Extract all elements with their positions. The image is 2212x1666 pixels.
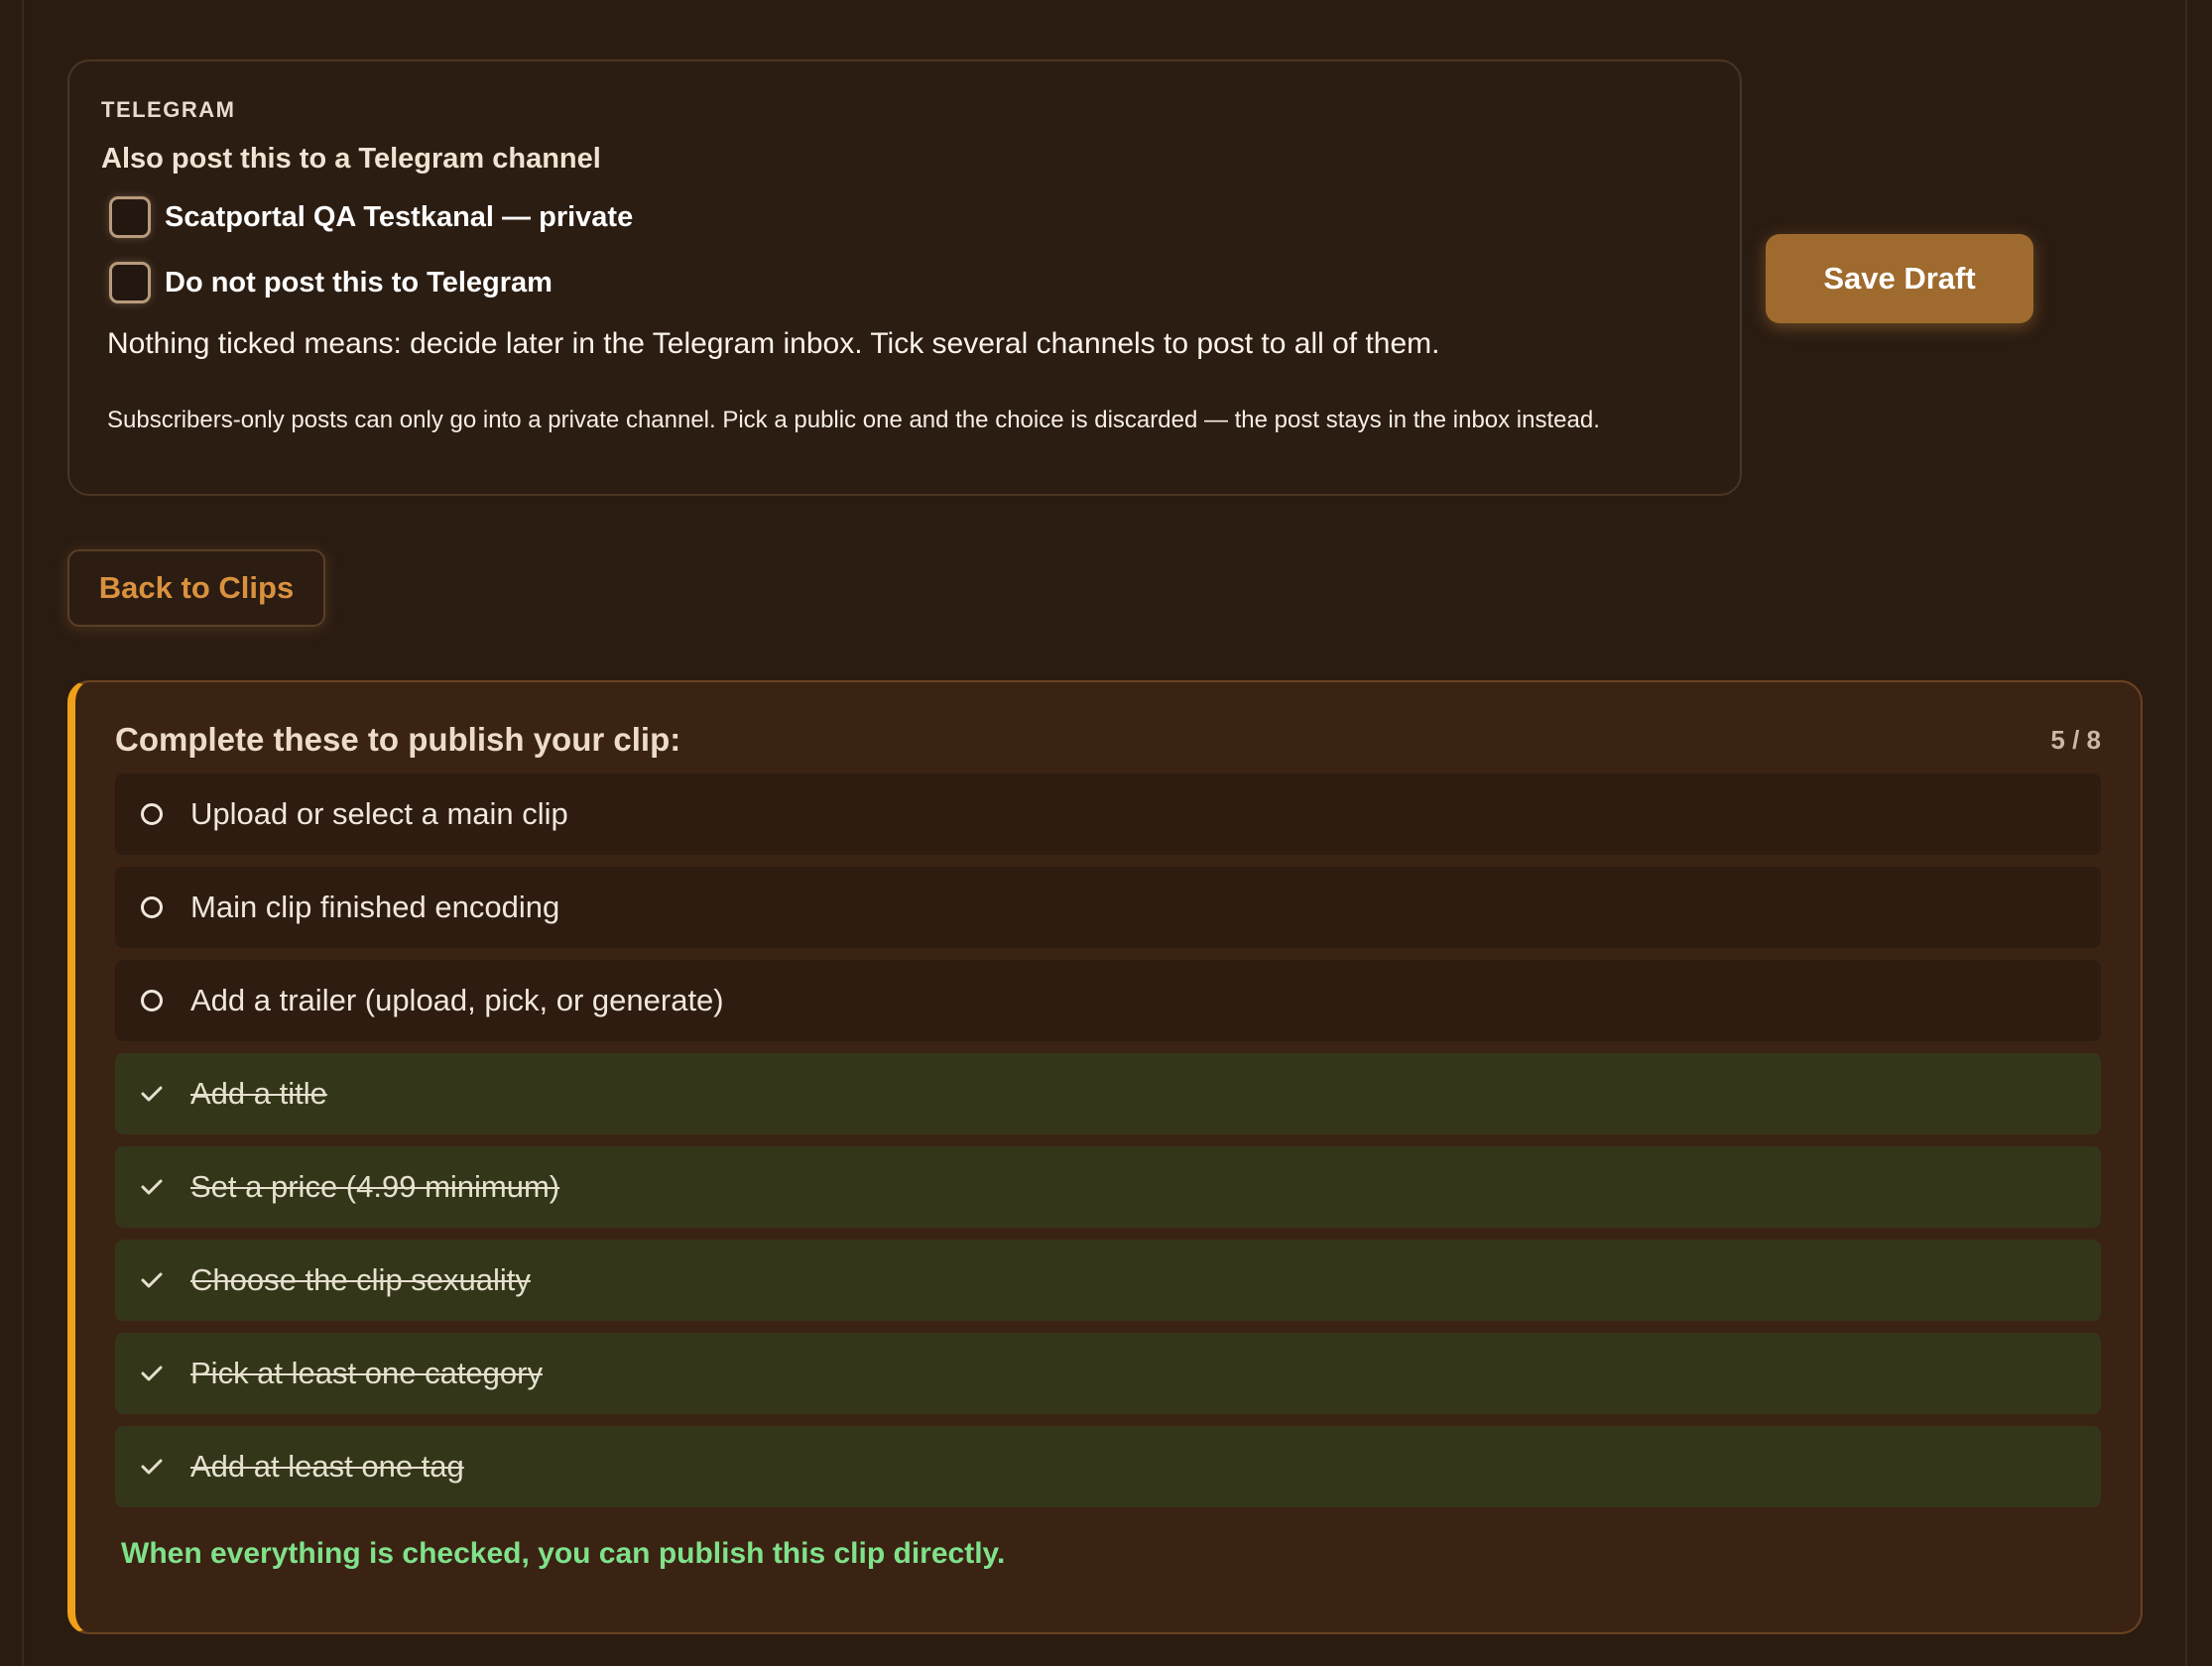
circle-outline-icon <box>137 892 167 922</box>
telegram-subscriber-note: Subscribers-only posts can only go into … <box>107 407 1600 433</box>
checkbox-do-not-post[interactable] <box>109 262 151 303</box>
telegram-option-label: Do not post this to Telegram <box>165 266 553 298</box>
telegram-heading: Also post this to a Telegram channel <box>101 143 601 175</box>
telegram-help-text: Nothing ticked means: decide later in th… <box>107 327 1440 360</box>
checklist-item-label: Choose the clip sexuality <box>190 1262 531 1297</box>
telegram-option-label: Scatportal QA Testkanal — private <box>165 200 634 233</box>
checklist-item-label: Add a title <box>190 1076 327 1111</box>
checkmark-icon <box>137 1172 167 1202</box>
checkmark-icon <box>137 1359 167 1388</box>
right-divider <box>2185 0 2187 1666</box>
publish-checklist: Complete these to publish your clip: 5 /… <box>67 680 2143 1634</box>
checklist-item-label: Add at least one tag <box>190 1449 464 1484</box>
checklist-item: Main clip finished encoding <box>115 867 2101 948</box>
save-draft-button[interactable]: Save Draft <box>1766 234 2033 323</box>
circle-outline-icon <box>137 799 167 829</box>
checklist-item: Upload or select a main clip <box>115 774 2101 855</box>
checklist-item: Add at least one tag <box>115 1426 2101 1507</box>
checklist-item: Choose the clip sexuality <box>115 1240 2101 1321</box>
checklist-item-label: Pick at least one category <box>190 1356 543 1390</box>
checklist-progress-count: 5 / 8 <box>2050 724 2101 755</box>
checklist-item: Add a trailer (upload, pick, or generate… <box>115 960 2101 1041</box>
checkmark-icon <box>137 1265 167 1295</box>
telegram-section: TELEGRAM Also post this to a Telegram ch… <box>67 60 1742 496</box>
checklist-items: Upload or select a main clip Main clip f… <box>115 774 2101 1507</box>
clip-editor-page: TELEGRAM Also post this to a Telegram ch… <box>0 0 2212 1666</box>
checkmark-icon <box>137 1452 167 1482</box>
telegram-option-private-channel[interactable]: Scatportal QA Testkanal — private <box>109 193 1708 241</box>
telegram-option-do-not-post[interactable]: Do not post this to Telegram <box>109 259 1708 306</box>
checklist-title: Complete these to publish your clip: <box>115 721 681 758</box>
telegram-section-label: TELEGRAM <box>101 97 236 122</box>
checklist-item: Add a title <box>115 1053 2101 1134</box>
checklist-item-label: Main clip finished encoding <box>190 890 560 924</box>
checkmark-icon <box>137 1079 167 1109</box>
checkbox-private-channel[interactable] <box>109 196 151 238</box>
left-divider <box>22 0 24 1666</box>
circle-outline-icon <box>137 986 167 1015</box>
back-to-clips-button[interactable]: Back to Clips <box>67 549 325 627</box>
checklist-item-label: Add a trailer (upload, pick, or generate… <box>190 983 724 1017</box>
checklist-footer-message: When everything is checked, you can publ… <box>121 1537 1006 1570</box>
checklist-item-label: Upload or select a main clip <box>190 796 568 831</box>
checklist-item: Set a price (4.99 minimum) <box>115 1146 2101 1228</box>
checklist-item-label: Set a price (4.99 minimum) <box>190 1169 560 1204</box>
checklist-item: Pick at least one category <box>115 1333 2101 1414</box>
checklist-header: Complete these to publish your clip: 5 /… <box>115 712 2101 768</box>
